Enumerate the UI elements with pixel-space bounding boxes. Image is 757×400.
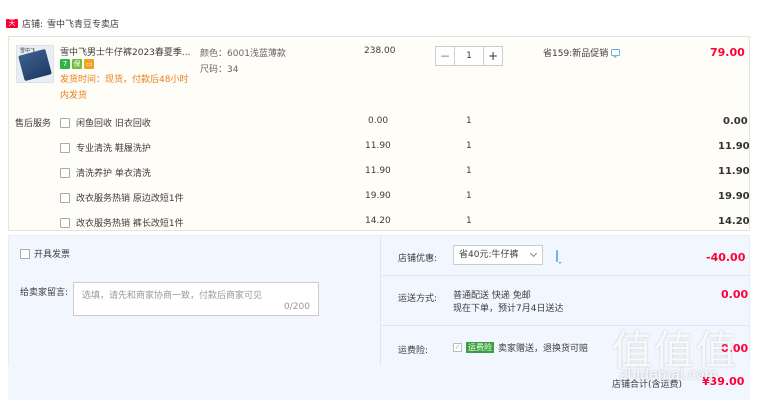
- service-qty: 1: [466, 166, 472, 176]
- item-total: 79.00: [710, 46, 745, 59]
- service-price: 11.90: [365, 166, 391, 176]
- product-title[interactable]: 雪中飞男士牛仔裤2023春夏季...: [60, 45, 190, 58]
- invoice-label: 开具发票: [34, 250, 71, 260]
- service-price: 14.20: [365, 216, 391, 226]
- shipping-label: 运送方式:: [398, 294, 438, 304]
- quantity-stepper: − 1 +: [435, 46, 503, 66]
- service-checkbox[interactable]: [60, 142, 70, 153]
- service-checkbox[interactable]: [60, 117, 70, 128]
- seven-day-return-icon: 7: [60, 59, 70, 69]
- service-checkbox[interactable]: [60, 217, 70, 228]
- coupon-select[interactable]: 省40元:牛仔裤: [453, 245, 543, 265]
- insurance-text: 卖家赠送，退换货可赔: [498, 344, 589, 354]
- invoice-option[interactable]: 开具发票: [20, 247, 70, 260]
- service-row-3[interactable]: 改衣服务热销 原边改短1件: [60, 191, 184, 204]
- discount-label: 店铺优惠:: [398, 254, 438, 264]
- card-payment-icon: ▭: [84, 59, 94, 69]
- order-page: 天猫 店铺: 雪中飞青豆专卖店 雪中飞 雪中飞男士牛仔裤2023春夏季... 7…: [0, 0, 757, 400]
- color-value: 6001浅蓝薄款: [227, 49, 286, 59]
- message-char-count: 0/200: [284, 302, 310, 312]
- discount-amount: -40.00: [706, 251, 746, 264]
- message-label: 给卖家留言:: [20, 288, 69, 298]
- service-price: 0.00: [368, 116, 389, 126]
- tmall-icon: 天猫: [6, 18, 18, 36]
- shipping-eta: 现在下单，预计7月4日送达: [453, 304, 564, 314]
- store-name[interactable]: 雪中飞青豆专卖店: [47, 17, 119, 30]
- store-label: 店铺:: [22, 19, 44, 30]
- product-thumbnail[interactable]: 雪中飞: [16, 45, 54, 83]
- coupon-selected: 省40元:牛仔裤: [459, 250, 519, 260]
- size-spec: 尺码：34: [200, 62, 238, 75]
- service-price: 11.90: [365, 141, 391, 151]
- service-total: 0.00: [723, 116, 748, 127]
- service-row-1[interactable]: 专业清洗 鞋履洗护: [60, 141, 151, 154]
- service-qty: 1: [466, 191, 472, 201]
- service-price: 19.90: [365, 191, 391, 201]
- quantity-input[interactable]: 1: [455, 46, 483, 66]
- row-divider: [381, 275, 750, 276]
- service-row-2[interactable]: 清洗养护 单衣清洗: [60, 166, 151, 179]
- service-qty: 1: [466, 216, 472, 226]
- promo-info: 省159:新品促销: [543, 46, 621, 59]
- service-total: 11.90: [718, 166, 750, 177]
- panel-divider: [380, 235, 381, 365]
- shipping-method: 普通配送 快递 免邮: [453, 291, 531, 301]
- color-label: 颜色：: [200, 49, 228, 59]
- service-checkbox[interactable]: [60, 167, 70, 178]
- service-total: 14.20: [718, 216, 750, 227]
- service-total: 19.90: [718, 191, 750, 202]
- insurance-checkbox[interactable]: ✓: [453, 343, 462, 352]
- guarantee-icon: 保: [72, 59, 82, 69]
- service-total: 11.90: [718, 141, 750, 152]
- service-icons: 7 保 ▭: [60, 59, 94, 69]
- coupon-info-icon[interactable]: [556, 250, 558, 262]
- service-name: 清洗养护 单衣清洗: [76, 169, 151, 179]
- service-row-4[interactable]: 改衣服务热销 裤长改短1件: [60, 216, 184, 229]
- service-qty: 1: [466, 141, 472, 151]
- color-spec: 颜色：6001浅蓝薄款: [200, 46, 286, 59]
- insurance-badge: 运费险: [466, 342, 494, 353]
- invoice-checkbox[interactable]: [20, 248, 30, 259]
- increase-button[interactable]: +: [483, 46, 503, 66]
- services-label: 售后服务: [15, 119, 52, 129]
- service-qty: 1: [466, 116, 472, 126]
- service-name: 闲鱼回收 旧衣回收: [76, 119, 151, 129]
- ship-note: 发货时间：现货，付款后48小时内发货: [60, 75, 189, 101]
- chevron-down-icon: [529, 249, 538, 258]
- size-label: 尺码：: [200, 65, 228, 75]
- message-placeholder: 选填，请先和商家协商一致，付款后商家可见: [82, 291, 263, 301]
- store-header: 天猫 店铺: 雪中飞青豆专卖店: [6, 16, 119, 36]
- service-name: 专业清洗 鞋履洗护: [76, 144, 151, 154]
- service-name: 改衣服务热销 裤长改短1件: [76, 219, 184, 229]
- shipping-info: 普通配送 快递 免邮 现在下单，预计7月4日送达: [453, 290, 563, 316]
- insurance-label: 运费险:: [398, 346, 429, 356]
- size-value: 34: [227, 65, 239, 75]
- service-row-0[interactable]: 闲鱼回收 旧衣回收: [60, 116, 151, 129]
- watermark-text: zhidemai.com: [620, 367, 719, 383]
- jeans-image: [18, 48, 52, 82]
- promo-info-icon[interactable]: [611, 49, 621, 58]
- insurance-option[interactable]: ✓ 运费险 卖家赠送，退换货可赔: [453, 341, 588, 354]
- unit-price: 238.00: [364, 46, 396, 56]
- shipping-amount: 0.00: [721, 288, 749, 301]
- promo-text: 省159:新品促销: [543, 49, 609, 59]
- decrease-button[interactable]: −: [435, 46, 455, 66]
- service-name: 改衣服务热销 原边改短1件: [76, 194, 184, 204]
- service-checkbox[interactable]: [60, 192, 70, 203]
